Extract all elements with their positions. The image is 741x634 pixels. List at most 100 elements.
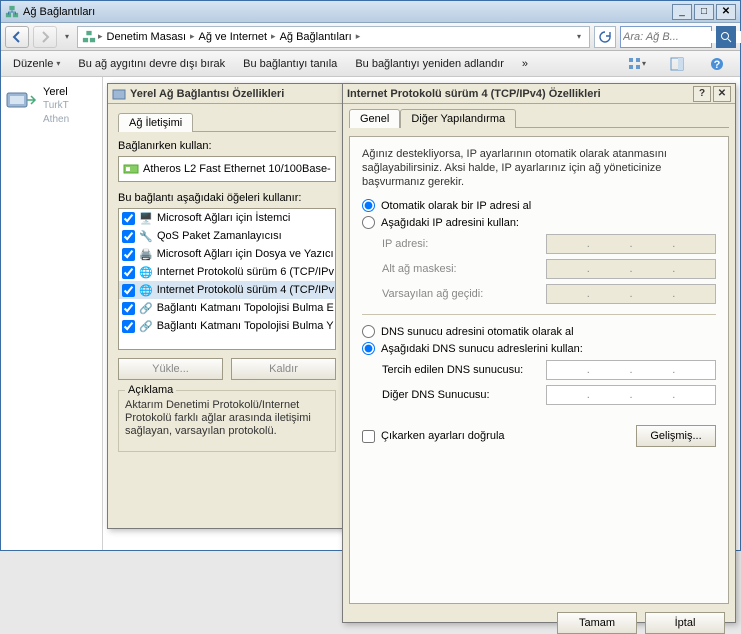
dialog-titlebar: Internet Protokolü sürüm 4 (TCP/IPv4) Öz…	[343, 84, 735, 104]
uninstall-button[interactable]: Kaldır	[231, 358, 336, 380]
crumb-network[interactable]: Ağ ve Internet	[197, 31, 270, 43]
components-list[interactable]: 🖥️Microsoft Ağları için İstemci 🔧QoS Pak…	[118, 208, 336, 350]
tabs: Genel Diğer Yapılandırma	[349, 108, 729, 128]
history-dropdown[interactable]: ▾	[61, 32, 73, 41]
advanced-button[interactable]: Gelişmiş...	[636, 425, 716, 447]
description-text: Aktarım Denetimi Protokolü/Internet Prot…	[125, 399, 329, 438]
checkbox-validate[interactable]: Çıkarken ayarları doğrula	[362, 430, 636, 443]
dialog-title: Internet Protokolü sürüm 4 (TCP/IPv4) Öz…	[347, 88, 693, 100]
network-icon	[5, 5, 19, 19]
qos-icon: 🔧	[139, 229, 153, 243]
crumb-dropdown[interactable]: ▾	[573, 32, 585, 41]
adapter-box[interactable]: Atheros L2 Fast Ethernet 10/100Base-	[118, 156, 336, 182]
install-button[interactable]: Yükle...	[118, 358, 223, 380]
refresh-button[interactable]	[594, 26, 616, 48]
list-item: 🖥️Microsoft Ağları için İstemci	[119, 209, 335, 227]
crumb-control-panel[interactable]: Denetim Masası	[105, 31, 188, 43]
radio-auto-dns[interactable]: DNS sunucu adresini otomatik olarak al	[362, 325, 716, 338]
back-button[interactable]	[5, 26, 29, 48]
dialog-titlebar: Yerel Ağ Bağlantısı Özellikleri	[108, 84, 346, 104]
nic-item[interactable]: Yerel TurkT Athen	[5, 85, 98, 127]
list-item: 🌐Internet Protokolü sürüm 4 (TCP/IPv	[119, 281, 335, 299]
breadcrumb-bar[interactable]: ▸ Denetim Masası ▸ Ağ ve Internet ▸ Ağ B…	[77, 26, 590, 48]
maximize-button[interactable]: □	[694, 4, 714, 20]
description-box: Açıklama Aktarım Denetimi Protokolü/Inte…	[118, 390, 336, 452]
tab-networking[interactable]: Ağ İletişimi	[118, 113, 193, 132]
ipv4-properties-dialog: Internet Protokolü sürüm 4 (TCP/IPv4) Öz…	[342, 83, 736, 623]
cmd-rename[interactable]: Bu bağlantıyı yeniden adlandır	[355, 58, 504, 70]
network-icon	[82, 30, 96, 44]
ipv6-icon: 🌐	[139, 265, 153, 279]
close-button[interactable]: ✕	[716, 4, 736, 20]
nic-name: Yerel	[43, 85, 69, 99]
search-box[interactable]	[620, 26, 712, 48]
nav-bar: ▾ ▸ Denetim Masası ▸ Ağ ve Internet ▸ Ağ…	[1, 23, 740, 51]
help-button[interactable]: ?	[693, 86, 711, 102]
cmd-diagnose[interactable]: Bu bağlantıyı tanıla	[243, 58, 337, 70]
list-item: 🌐Internet Protokolü sürüm 6 (TCP/IPv	[119, 263, 335, 281]
checkbox[interactable]	[122, 248, 135, 261]
label-mask: Alt ağ maskesi:	[382, 263, 546, 275]
preview-icon[interactable]	[666, 54, 688, 74]
nic-sub2: Athen	[43, 113, 69, 127]
input-mask: ...	[546, 259, 716, 279]
checkbox[interactable]	[122, 284, 135, 297]
close-button[interactable]: ✕	[713, 86, 731, 102]
svg-text:?: ?	[714, 59, 721, 71]
input-ip: ...	[546, 234, 716, 254]
lltd-icon: 🔗	[139, 301, 153, 315]
ok-button[interactable]: Tamam	[557, 612, 637, 634]
window-title: Ağ Bağlantıları	[23, 6, 672, 18]
tab-alt[interactable]: Diğer Yapılandırma	[400, 109, 516, 128]
search-go-button[interactable]	[716, 26, 736, 48]
label-dns1: Tercih edilen DNS sunucusu:	[382, 364, 546, 376]
input-dns2[interactable]: ...	[546, 385, 716, 405]
explorer-window: Ağ Bağlantıları _ □ ✕ ▾ ▸ Denetim Masası…	[0, 0, 741, 551]
items-label: Bu bağlantı aşağıdaki öğeleri kullanır:	[118, 192, 336, 204]
content-area: Yerel TurkT Athen Yerel Ağ Bağlantısı Öz…	[1, 77, 740, 550]
info-text: Ağınız destekliyorsa, IP ayarlarının oto…	[362, 147, 716, 189]
tab-general[interactable]: Genel	[349, 109, 400, 128]
ipv4-icon: 🌐	[139, 283, 153, 297]
command-bar: Düzenle▾ Bu ağ aygıtını devre dışı bırak…	[1, 51, 740, 77]
nic-icon	[5, 85, 37, 113]
view-icon[interactable]: ▾	[626, 54, 648, 74]
checkbox[interactable]	[122, 230, 135, 243]
client-icon: 🖥️	[139, 211, 153, 225]
cmd-disable[interactable]: Bu ağ aygıtını devre dışı bırak	[78, 58, 225, 70]
description-heading: Açıklama	[125, 384, 176, 396]
list-item: 🖨️Microsoft Ağları için Dosya ve Yazıcı	[119, 245, 335, 263]
adapter-name: Atheros L2 Fast Ethernet 10/100Base-	[143, 163, 331, 175]
radio-auto-ip[interactable]: Otomatik olarak bir IP adresi al	[362, 199, 716, 212]
list-item: 🔗Bağlantı Katmanı Topolojisi Bulma E	[119, 299, 335, 317]
list-item: 🔗Bağlantı Katmanı Topolojisi Bulma Y	[119, 317, 335, 335]
crumb-connections[interactable]: Ağ Bağlantıları	[278, 31, 354, 43]
list-item: 🔧QoS Paket Zamanlayıcısı	[119, 227, 335, 245]
lltd-icon: 🔗	[139, 319, 153, 333]
label-gateway: Varsayılan ağ geçidi:	[382, 288, 546, 300]
adapter-icon	[123, 161, 139, 177]
dialog-icon	[112, 87, 126, 101]
checkbox[interactable]	[122, 302, 135, 315]
radio-manual-dns[interactable]: Aşağıdaki DNS sunucu adreslerini kullan:	[362, 342, 716, 355]
connect-using-label: Bağlanırken kullan:	[118, 140, 336, 152]
general-sheet: Ağınız destekliyorsa, IP ayarlarının oto…	[349, 136, 729, 604]
input-dns1[interactable]: ...	[546, 360, 716, 380]
share-icon: 🖨️	[139, 247, 153, 261]
forward-button[interactable]	[33, 26, 57, 48]
checkbox[interactable]	[122, 212, 135, 225]
minimize-button[interactable]: _	[672, 4, 692, 20]
cmd-more[interactable]: »	[522, 58, 528, 70]
cmd-organize[interactable]: Düzenle▾	[13, 58, 60, 70]
label-dns2: Diğer DNS Sunucusu:	[382, 389, 546, 401]
checkbox[interactable]	[122, 266, 135, 279]
connection-list: Yerel TurkT Athen	[1, 77, 103, 550]
connection-properties-dialog: Yerel Ağ Bağlantısı Özellikleri Ağ İleti…	[107, 83, 347, 529]
input-gateway: ...	[546, 284, 716, 304]
titlebar: Ağ Bağlantıları _ □ ✕	[1, 1, 740, 23]
radio-manual-ip[interactable]: Aşağıdaki IP adresini kullan:	[362, 216, 716, 229]
dialog-title: Yerel Ağ Bağlantısı Özellikleri	[130, 88, 342, 100]
checkbox[interactable]	[122, 320, 135, 333]
help-icon[interactable]: ?	[706, 54, 728, 74]
cancel-button[interactable]: İptal	[645, 612, 725, 634]
